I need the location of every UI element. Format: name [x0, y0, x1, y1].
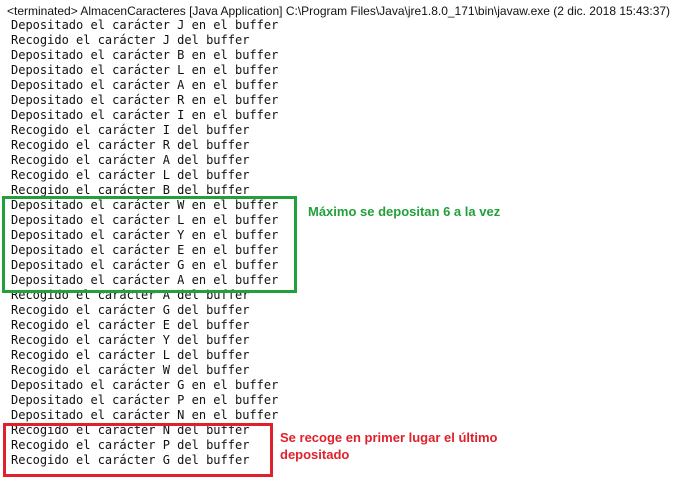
console-line: Recogido el carácter L del buffer: [11, 168, 250, 182]
retrieve-highlight-box: [3, 423, 273, 477]
console-line: Depositado el carácter L en el buffer: [11, 63, 279, 77]
console-line: Recogido el carácter J del buffer: [11, 33, 250, 47]
console-line: Recogido el carácter E del buffer: [11, 318, 250, 332]
console-line: Depositado el carácter G en el buffer: [11, 378, 279, 392]
console-line: Recogido el carácter L del buffer: [11, 348, 250, 362]
deposit-highlight-box: [2, 196, 297, 293]
retrieve-annotation-line1: Se recoge en primer lugar el último: [280, 430, 498, 445]
console-line: Depositado el carácter B en el buffer: [11, 48, 279, 62]
retrieve-annotation-line2: depositado: [280, 447, 350, 462]
deposit-annotation: Máximo se depositan 6 a la vez: [308, 204, 501, 219]
console-line: Depositado el carácter J en el buffer: [11, 18, 279, 32]
console-line: Depositado el carácter N en el buffer: [11, 408, 279, 422]
console-line: Recogido el carácter Y del buffer: [11, 333, 250, 347]
console-line: Recogido el carácter W del buffer: [11, 363, 250, 377]
console-line: Recogido el carácter R del buffer: [11, 138, 250, 152]
console-line: Depositado el carácter A en el buffer: [11, 78, 279, 92]
console-line: Depositado el carácter P en el buffer: [11, 393, 279, 407]
console-line: Depositado el carácter I en el buffer: [11, 108, 279, 122]
console-line: Depositado el carácter R en el buffer: [11, 93, 279, 107]
console-line: Recogido el carácter G del buffer: [11, 303, 250, 317]
retrieve-annotation: Se recoge en primer lugar el último depo…: [280, 429, 580, 463]
console-line: Recogido el carácter A del buffer: [11, 153, 250, 167]
console-line: Recogido el carácter I del buffer: [11, 123, 250, 137]
